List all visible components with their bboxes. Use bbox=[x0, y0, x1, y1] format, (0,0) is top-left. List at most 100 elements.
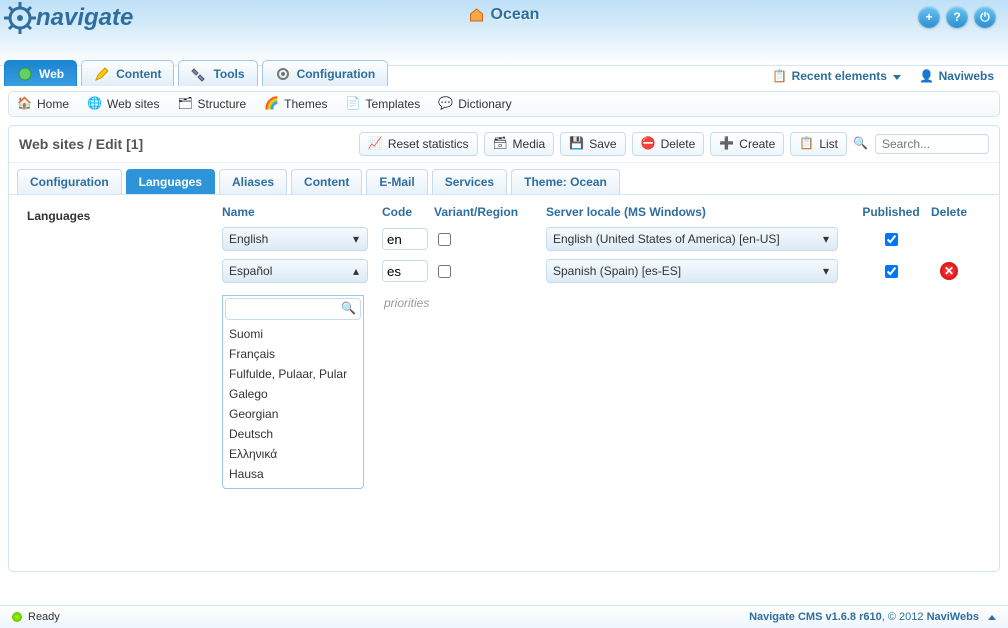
dropdown-item[interactable]: Français bbox=[229, 344, 357, 364]
status-bar: Ready Navigate CMS v1.6.8 r610, © 2012 N… bbox=[0, 605, 1008, 628]
status-text: Ready bbox=[28, 611, 60, 623]
col-header-locale: Server locale (MS Windows) bbox=[546, 205, 858, 219]
language-name-select[interactable]: English▾ bbox=[222, 227, 368, 251]
chevron-down-icon: ▾ bbox=[349, 232, 363, 246]
chevron-down-icon: ▾ bbox=[819, 232, 833, 246]
tab-content-area: Languages Name Code Variant/Region Serve… bbox=[9, 195, 999, 301]
tab-configuration[interactable]: Configuration bbox=[17, 169, 122, 194]
theme-icon: 🌈 bbox=[264, 96, 280, 112]
save-button[interactable]: 💾Save bbox=[560, 132, 625, 156]
language-row: English▾ English (United States of Ameri… bbox=[222, 227, 981, 251]
inner-tabs: Configuration Languages Aliases Content … bbox=[9, 163, 999, 195]
locale-select[interactable]: English (United States of America) [en-U… bbox=[546, 227, 838, 251]
search-icon: 🔍 bbox=[853, 136, 869, 152]
recent-icon: 📋 bbox=[772, 69, 788, 85]
col-header-published: Published bbox=[858, 205, 924, 219]
tab-services[interactable]: Services bbox=[432, 169, 507, 194]
panel-title: Web sites / Edit [1] bbox=[19, 136, 359, 152]
submenu-bar: 🏠Home 🌐Web sites 🗂Structure 🌈Themes 📄Tem… bbox=[8, 91, 1000, 117]
chevron-up-icon: ▴ bbox=[349, 264, 363, 278]
locale-select[interactable]: Spanish (Spain) [es-ES]▾ bbox=[546, 259, 838, 283]
language-name-select[interactable]: Español▴ bbox=[222, 259, 368, 283]
variant-checkbox[interactable] bbox=[438, 233, 451, 246]
reset-stats-button[interactable]: 📈Reset statistics bbox=[359, 132, 478, 156]
main-tab-web[interactable]: Web bbox=[4, 60, 77, 86]
main-tab-label: Content bbox=[116, 67, 161, 81]
tab-aliases[interactable]: Aliases bbox=[219, 169, 287, 194]
app-header: navigate Ocean + ? ⏻ Web Content Tools C… bbox=[0, 0, 1008, 66]
dictionary-icon: 💬 bbox=[438, 96, 454, 112]
submenu-websites[interactable]: 🌐Web sites bbox=[87, 96, 159, 112]
scroll-top-icon[interactable] bbox=[988, 615, 996, 620]
delete-row-button[interactable]: ✕ bbox=[940, 262, 958, 280]
tab-content[interactable]: Content bbox=[291, 169, 362, 194]
media-button[interactable]: 🗃Media bbox=[484, 132, 555, 156]
home-icon bbox=[469, 7, 485, 23]
chevron-down-icon: ▾ bbox=[819, 264, 833, 278]
dropdown-items[interactable]: Suomi Français Fulfulde, Pulaar, Pular G… bbox=[223, 322, 363, 486]
list-button[interactable]: 📋List bbox=[790, 132, 847, 156]
main-tab-label: Web bbox=[39, 67, 64, 81]
language-code-input[interactable] bbox=[382, 260, 428, 282]
dropdown-item[interactable]: Galego bbox=[229, 384, 357, 404]
main-panel: Web sites / Edit [1] 📈Reset statistics 🗃… bbox=[8, 125, 1000, 572]
footer-version: Navigate CMS v1.6.8 r610, © 2012 NaviWeb… bbox=[749, 611, 996, 623]
language-code-input[interactable] bbox=[382, 228, 428, 250]
dropdown-item[interactable]: Hausa bbox=[229, 464, 357, 484]
create-button[interactable]: ➕Create bbox=[710, 132, 784, 156]
search-icon: 🔍 bbox=[341, 301, 356, 315]
globe-icon: 🌐 bbox=[87, 96, 103, 112]
submenu-structure[interactable]: 🗂Structure bbox=[177, 96, 246, 112]
main-tabs: Web Content Tools Configuration bbox=[4, 60, 388, 86]
help-button[interactable]: ? bbox=[946, 6, 968, 28]
submenu-home[interactable]: 🏠Home bbox=[17, 96, 69, 112]
dropdown-item[interactable]: Georgian bbox=[229, 404, 357, 424]
context-title-text: Ocean bbox=[491, 6, 540, 24]
globe-icon bbox=[17, 66, 33, 82]
dropdown-search-input[interactable] bbox=[230, 301, 344, 317]
logout-button[interactable]: ⏻ bbox=[974, 6, 996, 28]
tree-icon: 🗂 bbox=[177, 96, 193, 112]
company-link[interactable]: NaviWebs bbox=[927, 611, 979, 623]
grid-header: Name Code Variant/Region Server locale (… bbox=[222, 205, 981, 227]
app-logo: navigate bbox=[2, 0, 133, 36]
media-icon: 🗃 bbox=[493, 136, 509, 152]
list-icon: 📋 bbox=[799, 136, 815, 152]
main-tab-configuration[interactable]: Configuration bbox=[262, 60, 389, 86]
version-link[interactable]: Navigate CMS v1.6.8 r610 bbox=[749, 611, 882, 623]
priorities-note: priorities bbox=[384, 296, 429, 310]
tab-email[interactable]: E-Mail bbox=[366, 169, 427, 194]
recent-elements-link[interactable]: 📋 Recent elements bbox=[772, 69, 901, 85]
delete-button[interactable]: ⛔Delete bbox=[632, 132, 705, 156]
gear-icon bbox=[275, 66, 291, 82]
dropdown-item[interactable]: Suomi bbox=[229, 324, 357, 344]
tab-theme[interactable]: Theme: Ocean bbox=[511, 169, 620, 194]
main-tab-content[interactable]: Content bbox=[81, 60, 174, 86]
main-tab-label: Tools bbox=[213, 67, 244, 81]
pencil-icon bbox=[94, 66, 110, 82]
variant-checkbox[interactable] bbox=[438, 265, 451, 278]
published-checkbox[interactable] bbox=[885, 233, 898, 246]
search-input[interactable] bbox=[875, 134, 989, 154]
page-context-title: Ocean bbox=[469, 6, 540, 24]
delete-icon: ⛔ bbox=[641, 136, 657, 152]
dropdown-item[interactable]: Deutsch bbox=[229, 424, 357, 444]
save-icon: 💾 bbox=[569, 136, 585, 152]
tab-languages[interactable]: Languages bbox=[126, 169, 215, 194]
submenu-themes[interactable]: 🌈Themes bbox=[264, 96, 327, 112]
language-dropdown-list: 🔍 Suomi Français Fulfulde, Pulaar, Pular… bbox=[222, 295, 364, 489]
main-tab-tools[interactable]: Tools bbox=[178, 60, 257, 86]
published-checkbox[interactable] bbox=[885, 265, 898, 278]
dropdown-item[interactable]: Fulfulde, Pulaar, Pular bbox=[229, 364, 357, 384]
add-button[interactable]: + bbox=[918, 6, 940, 28]
dropdown-search-wrap: 🔍 bbox=[225, 298, 361, 320]
submenu-templates[interactable]: 📄Templates bbox=[346, 96, 421, 112]
template-icon: 📄 bbox=[346, 96, 362, 112]
submenu-dictionary[interactable]: 💬Dictionary bbox=[438, 96, 511, 112]
col-header-code: Code bbox=[382, 205, 434, 219]
col-header-name: Name bbox=[222, 205, 382, 219]
user-link[interactable]: 👤 Naviwebs bbox=[919, 69, 994, 85]
toolbar: 📈Reset statistics 🗃Media 💾Save ⛔Delete ➕… bbox=[359, 132, 989, 156]
logo-text: navigate bbox=[36, 4, 133, 32]
dropdown-item[interactable]: Ελληνικά bbox=[229, 444, 357, 464]
